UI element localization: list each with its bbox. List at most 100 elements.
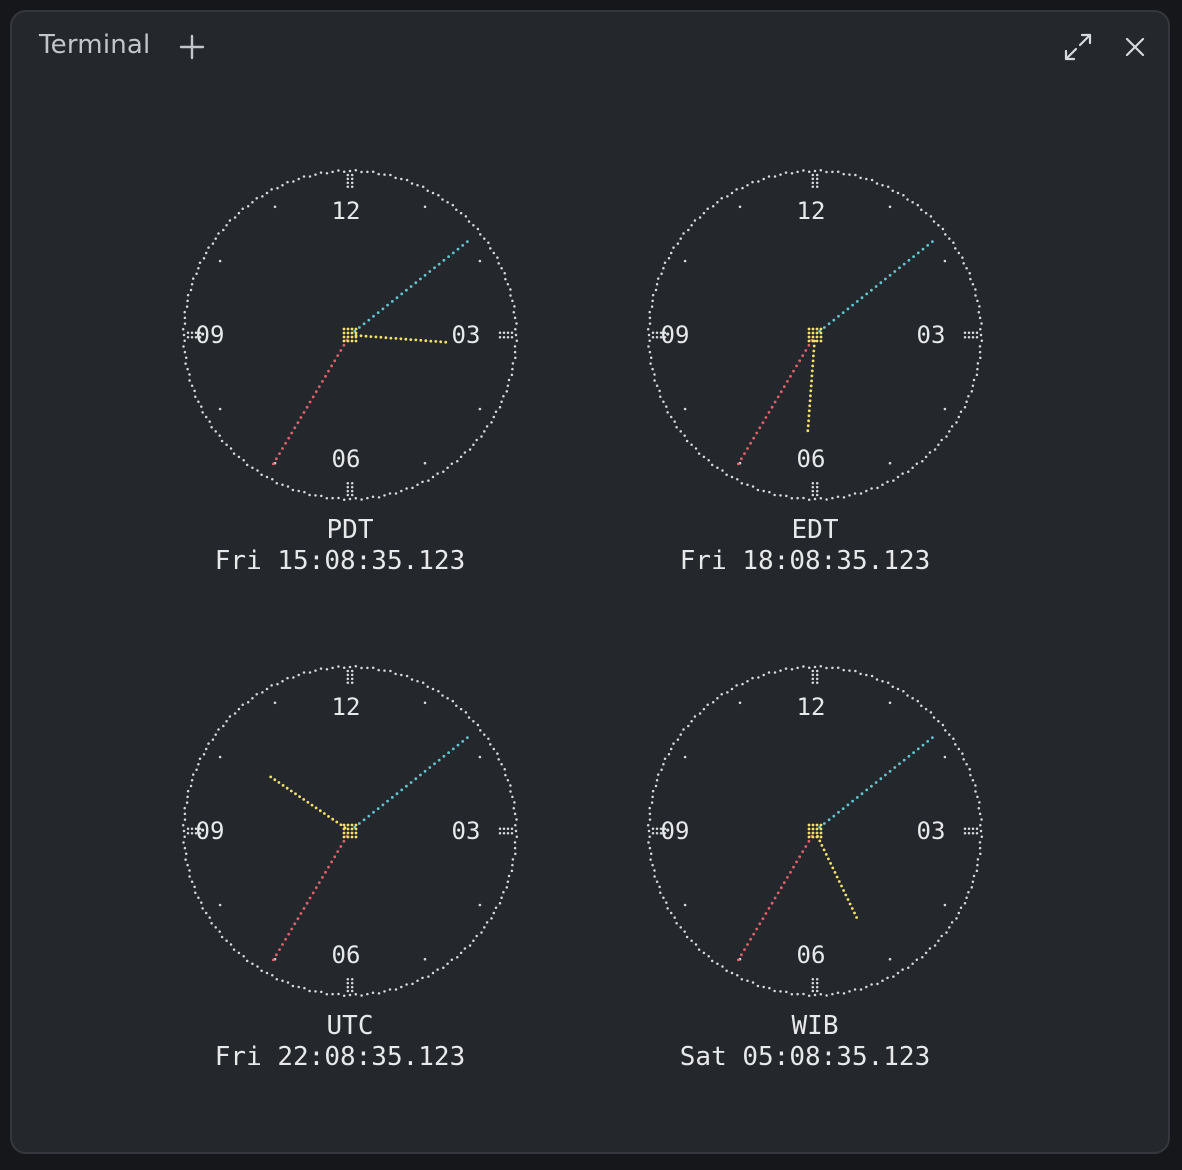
dial-dot [711, 700, 715, 704]
dial-dot [394, 176, 397, 180]
dial-dot [870, 487, 873, 490]
clock-hub-dot [807, 327, 811, 331]
dial-dot [813, 665, 817, 669]
dial-dot [383, 669, 386, 672]
dial-dot [459, 707, 463, 711]
dial-dot [679, 733, 682, 736]
dial-dot [371, 495, 375, 499]
dial-dot [325, 993, 329, 996]
hour-marker-dot [811, 489, 815, 493]
dial-dot [459, 211, 463, 215]
dial-dot [690, 939, 693, 942]
hour-marker-dot [350, 181, 354, 185]
dial-dot [646, 327, 650, 331]
dial-dot [901, 968, 904, 971]
hour-hand-dot [339, 823, 343, 827]
dial-dot [916, 203, 920, 207]
numeral-12: 12 [332, 693, 361, 721]
dial-dot [354, 168, 358, 172]
dial-dot [648, 812, 652, 816]
dial-dot [348, 665, 352, 669]
dial-dot [342, 666, 346, 669]
dial-dot [673, 916, 676, 919]
dial-dot [308, 989, 311, 993]
dial-dot [790, 993, 794, 996]
dial-dot [505, 886, 509, 889]
dial-dot [773, 671, 777, 674]
new-tab-button[interactable] [174, 29, 210, 65]
dial-dot [974, 294, 977, 297]
hour-marker-dot [346, 681, 350, 685]
hour-hand-dot [837, 880, 841, 883]
dial-dot [651, 299, 654, 303]
dial-dot [182, 333, 186, 337]
dial-dot [410, 182, 414, 185]
second-hand-dot [773, 896, 777, 900]
second-hand-dot [755, 431, 759, 435]
dial-dot [959, 410, 963, 413]
dial-dot [197, 763, 200, 766]
hour-hand-dot [809, 394, 812, 398]
dial-dot [881, 183, 884, 187]
hour-tick-dot [888, 701, 892, 705]
dial-dot [685, 439, 689, 443]
close-button[interactable] [1117, 29, 1153, 65]
hour-tick-dot [888, 461, 892, 465]
hour-marker-dot [346, 177, 350, 181]
dial-dot [977, 807, 981, 810]
dial-dot [741, 186, 744, 190]
dial-dot [360, 994, 363, 997]
hour-marker-dot [811, 669, 815, 673]
minute-hand-dot [367, 814, 371, 818]
hour-tick-dot [683, 407, 687, 411]
hour-marker-dot [346, 981, 350, 985]
dial-dot [331, 496, 334, 500]
hour-marker-dot [186, 331, 190, 335]
hour-marker-dot [186, 827, 190, 831]
dial-dot [711, 204, 715, 208]
dial-dot [441, 198, 444, 201]
dial-dot [348, 169, 352, 173]
dial-dot [950, 425, 954, 428]
second-hand-dot [321, 876, 324, 879]
minute-hand-dot [405, 784, 408, 788]
second-hand-dot [770, 901, 774, 905]
minute-hand-dot [447, 255, 450, 258]
dial-dot [886, 681, 890, 685]
hour-hand-dot [364, 334, 368, 338]
second-hand-dot [299, 416, 303, 419]
hour-hand-dot [424, 339, 428, 343]
minute-hand-dot [376, 807, 380, 810]
dial-dot [400, 673, 403, 677]
hour-tick-dot [478, 259, 482, 263]
second-hand-dot [807, 839, 811, 843]
dial-dot [450, 958, 454, 962]
hour-hand-dot [809, 384, 813, 388]
dial-dot [971, 283, 975, 286]
second-hand-dot [290, 431, 294, 435]
expand-button[interactable] [1060, 29, 1096, 65]
hour-tick-dot [423, 957, 427, 961]
dial-dot [730, 971, 734, 975]
hour-marker-dot [815, 681, 819, 685]
numeral-09: 09 [196, 321, 225, 349]
minute-hand-dot [437, 758, 441, 762]
dial-dot [337, 992, 340, 996]
second-hand-dot [758, 426, 762, 430]
dial-dot [896, 687, 900, 691]
hour-tick-dot [218, 407, 222, 411]
dial-dot [911, 962, 914, 965]
hour-marker-dot [346, 677, 350, 681]
dial-dot [802, 169, 805, 172]
dial-dot [802, 496, 805, 500]
dial-dot [720, 693, 723, 696]
dial-dot [648, 339, 651, 342]
hour-hand-dot [389, 336, 393, 340]
clock-hub-dot [819, 835, 823, 839]
close-icon [1125, 37, 1145, 57]
dial-dot [476, 227, 480, 231]
dial-dot [976, 863, 979, 867]
clock-hub-dot [807, 339, 811, 343]
second-hand-dot [336, 850, 340, 853]
clock-hub-dot [807, 827, 811, 831]
